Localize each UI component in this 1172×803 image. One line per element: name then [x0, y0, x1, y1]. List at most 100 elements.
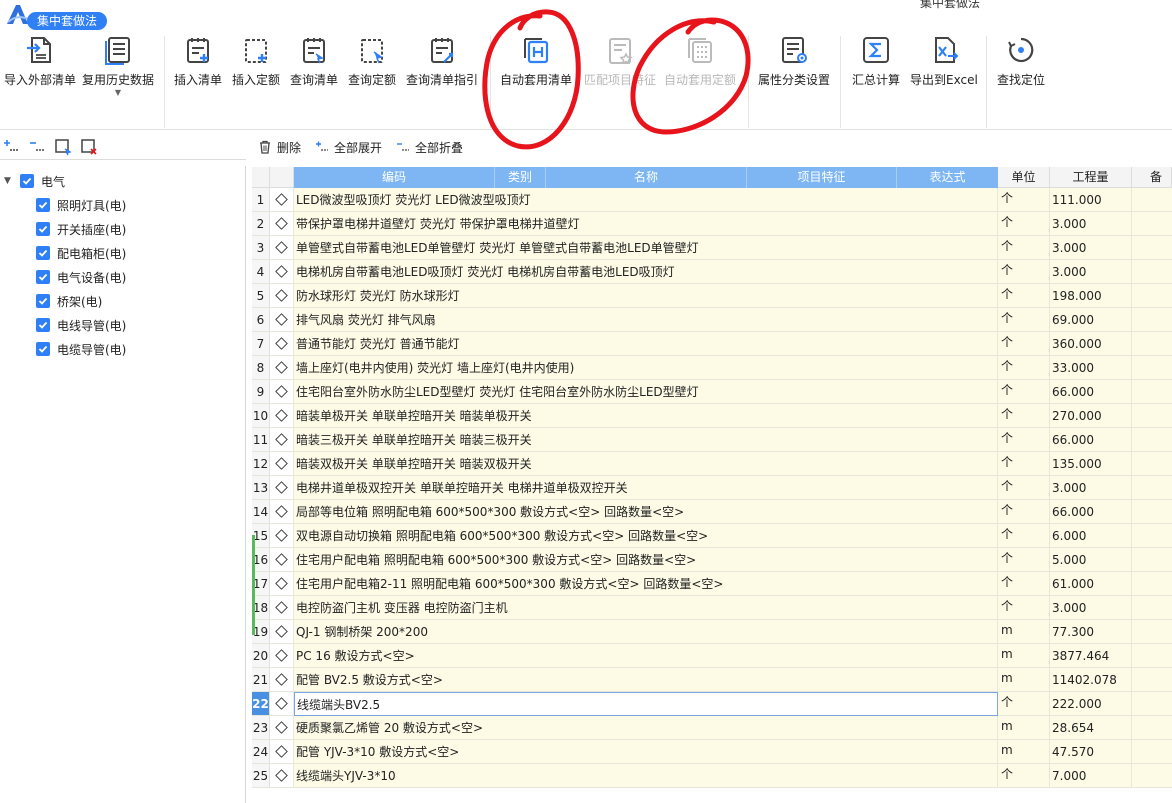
row-number[interactable]: 11: [252, 428, 270, 452]
table-row[interactable]: 6 排气风扇 荧光灯 排气风扇个 69.000: [252, 308, 1172, 332]
row-unit-cell[interactable]: m: [998, 668, 1050, 692]
checkbox-checked-icon[interactable]: [36, 198, 50, 212]
row-number[interactable]: 23: [252, 716, 270, 740]
row-quantity-cell[interactable]: 47.570: [1050, 740, 1132, 764]
export-to-excel-button[interactable]: 导出到Excel: [910, 34, 978, 88]
row-type-cell[interactable]: [270, 620, 294, 644]
row-quantity-cell[interactable]: 270.000: [1050, 404, 1132, 428]
row-unit-cell[interactable]: m: [998, 644, 1050, 668]
row-unit-cell[interactable]: m: [998, 620, 1050, 644]
row-quantity-cell[interactable]: 6.000: [1050, 524, 1132, 548]
row-type-cell[interactable]: [270, 332, 294, 356]
row-name-cell[interactable]: 普通节能灯 荧光灯 普通节能灯: [294, 332, 998, 356]
row-note-cell[interactable]: [1132, 524, 1172, 548]
reuse-history-data-button[interactable]: 复用历史数据 ▼: [82, 34, 154, 97]
row-unit-cell[interactable]: m: [998, 740, 1050, 764]
row-note-cell[interactable]: [1132, 188, 1172, 212]
match-project-feature-button[interactable]: 匹配项目特征: [584, 34, 656, 88]
row-type-cell[interactable]: [270, 572, 294, 596]
checkbox-checked-icon[interactable]: [36, 222, 50, 236]
row-unit-cell[interactable]: 个: [998, 212, 1050, 236]
row-quantity-cell[interactable]: 28.654: [1050, 716, 1132, 740]
tree-item-wire-conduit[interactable]: 电线导管(电): [36, 313, 126, 337]
table-row[interactable]: 16 住宅用户配电箱 照明配电箱 600*500*300 敷设方式<空> 回路数量…: [252, 548, 1172, 572]
row-number[interactable]: 20: [252, 644, 270, 668]
header-expression[interactable]: 表达式: [896, 167, 998, 188]
row-quantity-cell[interactable]: 33.000: [1050, 356, 1132, 380]
row-name-cell[interactable]: 住宅用户配电箱 照明配电箱 600*500*300 敷设方式<空> 回路数量<空…: [294, 548, 998, 572]
row-type-cell[interactable]: [270, 428, 294, 452]
row-quantity-cell[interactable]: 360.000: [1050, 332, 1132, 356]
row-number[interactable]: 5: [252, 284, 270, 308]
row-quantity-cell[interactable]: 3.000: [1050, 476, 1132, 500]
delete-button[interactable]: 删除: [258, 139, 301, 156]
tree-item-lighting[interactable]: 照明灯具(电): [36, 193, 126, 217]
tree-item-distribution-box[interactable]: 配电箱柜(电): [36, 241, 126, 265]
row-unit-cell[interactable]: 个: [998, 572, 1050, 596]
row-unit-cell[interactable]: 个: [998, 452, 1050, 476]
row-unit-cell[interactable]: 个: [998, 308, 1050, 332]
row-note-cell[interactable]: [1132, 500, 1172, 524]
row-name-cell[interactable]: LED微波型吸顶灯 荧光灯 LED微波型吸顶灯: [294, 188, 998, 212]
row-note-cell[interactable]: [1132, 548, 1172, 572]
row-unit-cell[interactable]: 个: [998, 284, 1050, 308]
table-row[interactable]: 11 暗装三极开关 单联单控暗开关 暗装三极开关个 66.000: [252, 428, 1172, 452]
row-name-cell[interactable]: 单管壁式自带蓄电池LED单管壁灯 荧光灯 单管壁式自带蓄电池LED单管壁灯: [294, 236, 998, 260]
row-name-cell[interactable]: 墙上座灯(电井内使用) 荧光灯 墙上座灯(电井内使用): [294, 356, 998, 380]
row-note-cell[interactable]: [1132, 740, 1172, 764]
row-note-cell[interactable]: [1132, 572, 1172, 596]
row-number[interactable]: 8: [252, 356, 270, 380]
expand-all-icon[interactable]: [2, 138, 20, 156]
row-number[interactable]: 2: [252, 212, 270, 236]
query-quota-button[interactable]: 查询定额: [348, 34, 396, 88]
table-row[interactable]: 24 配管 YJV-3*10 敷设方式<空> m 47.570: [252, 740, 1172, 764]
row-quantity-cell[interactable]: 7.000: [1050, 764, 1132, 788]
row-type-cell[interactable]: [270, 548, 294, 572]
row-number[interactable]: 21: [252, 668, 270, 692]
table-row[interactable]: 7 普通节能灯 荧光灯 普通节能灯个 360.000: [252, 332, 1172, 356]
find-locate-button[interactable]: 查找定位: [997, 34, 1045, 88]
row-name-cell[interactable]: 防水球形灯 荧光灯 防水球形灯: [294, 284, 998, 308]
row-unit-cell[interactable]: m: [998, 716, 1050, 740]
row-type-cell[interactable]: [270, 188, 294, 212]
row-number[interactable]: 9: [252, 380, 270, 404]
row-note-cell[interactable]: [1132, 452, 1172, 476]
table-row[interactable]: 13 电梯井道单极双控开关 单联单控暗开关 电梯井道单极双控开关个 3.000: [252, 476, 1172, 500]
row-quantity-cell[interactable]: 3.000: [1050, 212, 1132, 236]
table-row[interactable]: 10 暗装单极开关 单联单控暗开关 暗装单极开关个 270.000: [252, 404, 1172, 428]
row-quantity-cell[interactable]: 135.000: [1050, 452, 1132, 476]
row-type-cell[interactable]: [270, 260, 294, 284]
table-row[interactable]: 2 带保护罩电梯井道壁灯 荧光灯 带保护罩电梯井道壁灯个 3.000: [252, 212, 1172, 236]
chevron-down-icon[interactable]: ▼: [115, 89, 121, 97]
row-note-cell[interactable]: [1132, 668, 1172, 692]
row-note-cell[interactable]: [1132, 212, 1172, 236]
tree-item-electrical-equipment[interactable]: 电气设备(电): [36, 265, 126, 289]
row-unit-cell[interactable]: 个: [998, 476, 1050, 500]
tree-item-cable-tray[interactable]: 桥架(电): [36, 289, 102, 313]
row-number[interactable]: 14: [252, 500, 270, 524]
table-row[interactable]: 25 线缆端头YJV-3*10 个 7.000: [252, 764, 1172, 788]
row-note-cell[interactable]: [1132, 716, 1172, 740]
row-number[interactable]: 1: [252, 188, 270, 212]
checkbox-checked-icon[interactable]: [36, 342, 50, 356]
row-unit-cell[interactable]: 个: [998, 500, 1050, 524]
table-row[interactable]: 20 PC 16 敷设方式<空> m 3877.464: [252, 644, 1172, 668]
expand-arrow-icon[interactable]: ▼: [4, 176, 14, 186]
row-type-cell[interactable]: [270, 356, 294, 380]
row-number[interactable]: 7: [252, 332, 270, 356]
row-name-cell[interactable]: 配管 YJV-3*10 敷设方式<空>: [294, 740, 998, 764]
row-type-cell[interactable]: [270, 740, 294, 764]
auto-apply-quota-button[interactable]: 自动套用定额: [664, 34, 736, 88]
row-unit-cell[interactable]: 个: [998, 524, 1050, 548]
row-type-cell[interactable]: [270, 308, 294, 332]
row-number[interactable]: 13: [252, 476, 270, 500]
row-unit-cell[interactable]: 个: [998, 236, 1050, 260]
row-unit-cell[interactable]: 个: [998, 356, 1050, 380]
checkbox-checked-icon[interactable]: [36, 270, 50, 284]
row-quantity-cell[interactable]: 3.000: [1050, 260, 1132, 284]
row-type-cell[interactable]: [270, 596, 294, 620]
table-row[interactable]: 1 LED微波型吸顶灯 荧光灯 LED微波型吸顶灯个 111.000: [252, 188, 1172, 212]
insert-list-button[interactable]: 插入清单: [174, 34, 222, 88]
collapse-all-icon[interactable]: [28, 138, 46, 156]
row-quantity-cell[interactable]: 5.000: [1050, 548, 1132, 572]
